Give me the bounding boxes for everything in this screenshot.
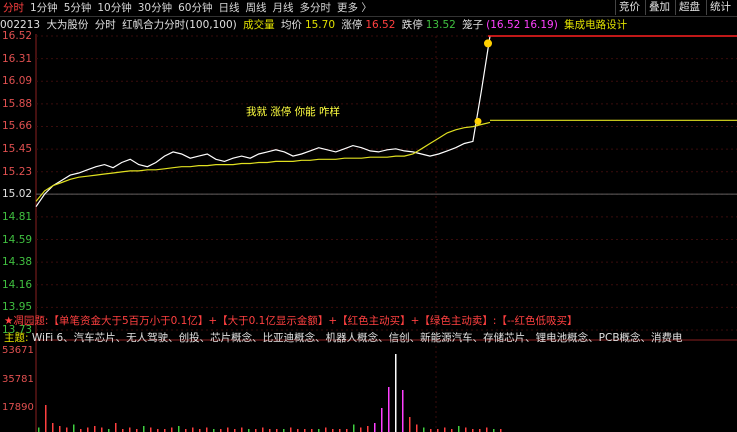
theme-row: 主题: WiFi 6、汽车芯片、无人驾驶、创投、芯片概念、比亚迪概念、机器人概念… (4, 330, 683, 345)
volume-bar (402, 390, 404, 432)
volume-bar (444, 427, 446, 432)
volume-bar (353, 424, 355, 432)
volume-bar (409, 417, 411, 432)
volume-bar (178, 426, 180, 432)
price-tick: 14.16 (2, 278, 33, 291)
volume-bar (374, 423, 376, 432)
volume-bar (416, 424, 418, 432)
volume-bar (262, 427, 264, 432)
volume-bar (325, 427, 327, 432)
volume-bar (241, 427, 243, 432)
volume-label-mid: 35781 (2, 374, 34, 385)
volume-bar (381, 408, 383, 432)
volume-bar (38, 427, 40, 432)
volume-bar (465, 427, 467, 432)
price-tick: 15.45 (2, 143, 33, 156)
chart-annotation: 我就 涨停 你能 咋样 (246, 106, 341, 118)
price-tick: 16.09 (2, 75, 33, 88)
price-tick: 14.59 (2, 233, 33, 246)
volume-bar (73, 424, 75, 432)
volume-bar (59, 426, 61, 432)
price-tick: 15.66 (2, 120, 33, 133)
price-tick: 14.38 (2, 256, 33, 269)
volume-bar (143, 426, 145, 432)
volume-bar (115, 423, 117, 432)
volume-bar (171, 427, 173, 432)
volume-bar (423, 427, 425, 432)
avg-price-line (35, 121, 491, 202)
theme-text: WiFi 6、汽车芯片、无人驾驶、创投、芯片概念、比亚迪概念、机器人概念、信创、… (31, 332, 683, 344)
volume-bar (290, 427, 292, 432)
price-line (35, 35, 491, 208)
volume-bar (227, 427, 229, 432)
volume-label-top: 53671 (2, 345, 34, 356)
intraday-chart (35, 34, 737, 432)
volume-bar (367, 426, 369, 432)
buy-marker (474, 117, 482, 125)
volume-bar (101, 427, 103, 432)
theme-label: 主题: (4, 332, 29, 344)
volume-bar (87, 427, 89, 432)
price-tick: 15.88 (2, 97, 33, 110)
volume-bar (129, 427, 131, 432)
price-tick: 15.02 (2, 188, 33, 201)
price-tick: 15.23 (2, 165, 33, 178)
price-tick: 14.81 (2, 210, 33, 223)
price-tick: 13.95 (2, 301, 33, 314)
volume-bar (360, 427, 362, 432)
volume-bar (458, 426, 460, 432)
limit-up-marker (484, 39, 492, 48)
price-tick: 16.52 (2, 30, 33, 42)
volume-bar (192, 427, 194, 432)
volume-bar (486, 427, 488, 432)
price-tick: 16.31 (2, 52, 33, 65)
volume-bar (45, 405, 47, 432)
volume-bar (388, 387, 390, 432)
volume-bar (206, 427, 208, 432)
volume-bar (395, 354, 397, 432)
volume-bar (66, 427, 68, 432)
volume-label-low: 17890 (2, 402, 34, 413)
volume-bar (94, 426, 96, 432)
volume-bar (150, 427, 152, 432)
indicator-legend: ★凋园题:【单笔资金大于5百万小于0.1亿】+【大于0.1亿显示金额】+【红色主… (4, 315, 578, 327)
volume-bar (52, 423, 54, 432)
